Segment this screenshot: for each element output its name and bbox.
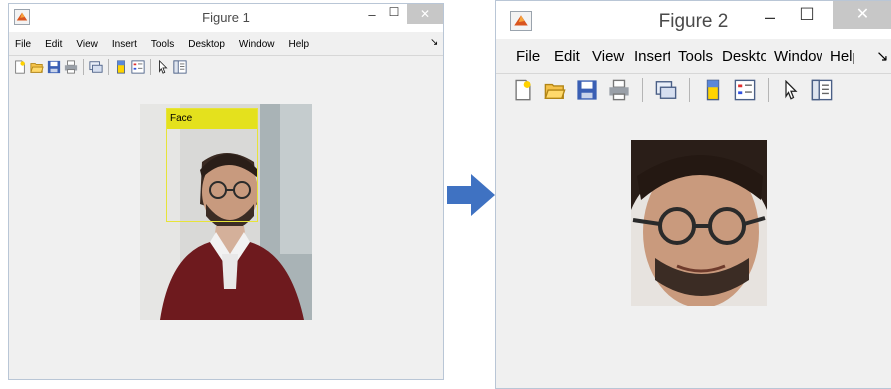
menu-overflow-icon[interactable]: ↘ bbox=[430, 37, 438, 48]
menu-view[interactable]: View bbox=[592, 45, 626, 69]
menu-insert[interactable]: Insert bbox=[112, 36, 137, 54]
face-detection-box: Face bbox=[166, 108, 258, 222]
link-plot-icon[interactable] bbox=[655, 79, 677, 101]
print-icon[interactable] bbox=[64, 60, 78, 74]
legend-icon[interactable] bbox=[131, 60, 145, 74]
menu-tools[interactable]: Tools bbox=[151, 36, 174, 54]
figure2-menubar: File Edit View Insert Tools Desktop Wind… bbox=[496, 45, 891, 69]
menu-file[interactable]: File bbox=[516, 45, 546, 69]
menu-desktop[interactable]: Desktop bbox=[722, 45, 766, 69]
toolbar-separator bbox=[689, 78, 690, 102]
toolbar-separator bbox=[768, 78, 769, 102]
figure2-titlebar[interactable]: Figure 2 – ☐ ✕ bbox=[496, 1, 891, 39]
figure2-window: Figure 2 – ☐ ✕ File Edit View Insert Too… bbox=[495, 0, 891, 389]
figure1-titlebar[interactable]: Figure 1 – ☐ ✕ bbox=[9, 4, 443, 32]
figure1-window: Figure 1 – ☐ ✕ File Edit View Insert Too… bbox=[8, 3, 444, 380]
property-editor-icon[interactable] bbox=[811, 79, 833, 101]
figure1-plot-area: Face bbox=[9, 78, 443, 379]
cropped-face-photo bbox=[631, 140, 767, 306]
save-icon[interactable] bbox=[576, 79, 598, 101]
menu-window[interactable]: Window bbox=[774, 45, 822, 69]
close-button[interactable]: ✕ bbox=[407, 4, 443, 24]
right-arrow-icon bbox=[447, 174, 495, 216]
menu-view[interactable]: View bbox=[76, 36, 98, 54]
menu-file[interactable]: File bbox=[15, 36, 31, 54]
toolbar-separator bbox=[150, 59, 151, 75]
legend-icon[interactable] bbox=[734, 79, 756, 101]
minimize-button[interactable]: – bbox=[760, 7, 780, 28]
menu-tools[interactable]: Tools bbox=[678, 45, 714, 69]
figure2-plot-area bbox=[496, 106, 891, 388]
menu-overflow-icon[interactable]: ↘ bbox=[876, 47, 889, 65]
colorbar-icon[interactable] bbox=[702, 79, 724, 101]
pointer-icon[interactable] bbox=[156, 60, 170, 74]
open-file-icon[interactable] bbox=[30, 60, 44, 74]
open-file-icon[interactable] bbox=[544, 79, 566, 101]
print-icon[interactable] bbox=[608, 79, 630, 101]
toolbar-separator bbox=[83, 59, 84, 75]
figure1-toolbar bbox=[9, 55, 443, 79]
menu-help[interactable]: Help bbox=[289, 36, 310, 54]
menu-insert[interactable]: Insert bbox=[634, 45, 670, 69]
minimize-button[interactable]: – bbox=[365, 7, 379, 22]
menu-edit[interactable]: Edit bbox=[554, 45, 584, 69]
menu-help[interactable]: Help bbox=[830, 45, 854, 69]
close-button[interactable]: ✕ bbox=[833, 1, 891, 29]
colorbar-icon[interactable] bbox=[114, 60, 128, 74]
maximize-button[interactable]: ☐ bbox=[796, 5, 818, 25]
link-plot-icon[interactable] bbox=[89, 60, 103, 74]
new-figure-icon[interactable] bbox=[13, 60, 27, 74]
window-title: Figure 2 bbox=[658, 11, 729, 32]
menu-edit[interactable]: Edit bbox=[45, 36, 62, 54]
toolbar-separator bbox=[642, 78, 643, 102]
new-figure-icon[interactable] bbox=[512, 79, 534, 101]
maximize-button[interactable]: ☐ bbox=[387, 5, 401, 19]
property-editor-icon[interactable] bbox=[173, 60, 187, 74]
figure2-toolbar bbox=[496, 73, 891, 107]
pointer-icon[interactable] bbox=[781, 80, 801, 100]
toolbar-separator bbox=[108, 59, 109, 75]
save-icon[interactable] bbox=[47, 60, 61, 74]
menu-desktop[interactable]: Desktop bbox=[188, 36, 225, 54]
menu-window[interactable]: Window bbox=[239, 36, 275, 54]
face-detection-label: Face bbox=[167, 109, 257, 129]
figure1-menubar: File Edit View Insert Tools Desktop Wind… bbox=[9, 36, 443, 54]
